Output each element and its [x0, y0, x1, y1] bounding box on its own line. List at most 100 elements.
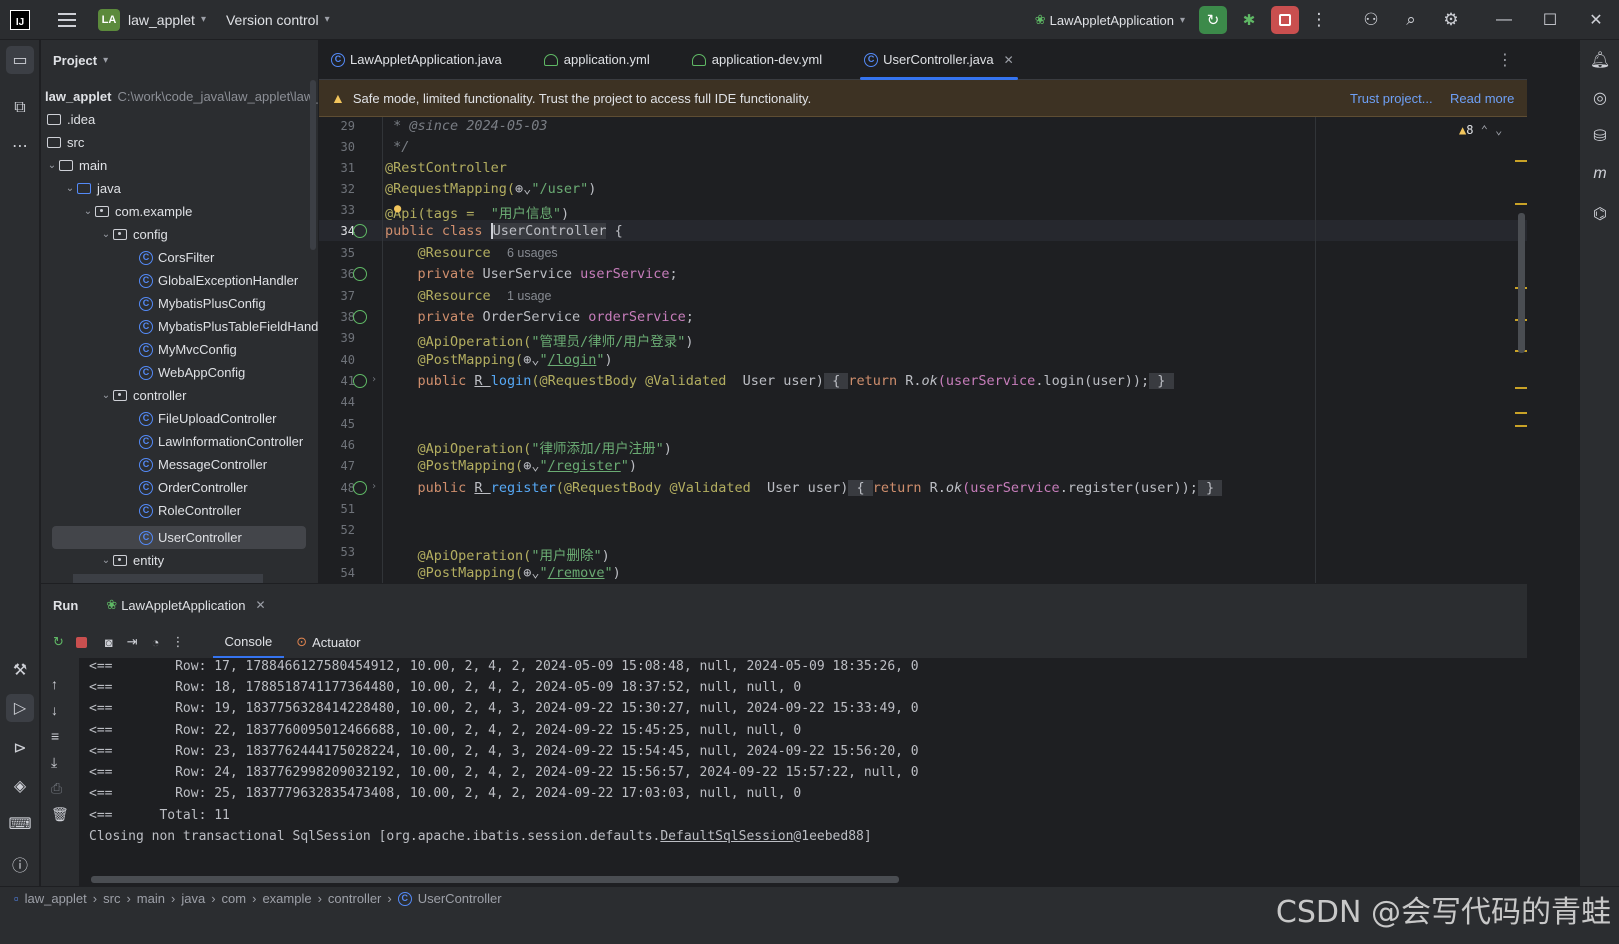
soft-wrap-icon[interactable]: ≡ [51, 728, 59, 744]
chevron-down-icon[interactable]: ⌄ [45, 160, 59, 171]
tree-item-src[interactable]: src [47, 131, 84, 154]
url-path[interactable]: /login [548, 352, 597, 368]
class-link[interactable]: DefaultSqlSession [660, 829, 793, 844]
debug-button[interactable]: ✱ [1235, 6, 1263, 34]
breadcrumb-item[interactable]: controller [328, 891, 381, 906]
vcs-selector[interactable]: Version control [226, 12, 319, 28]
tab-options-icon[interactable]: ⋮ [1497, 50, 1513, 70]
usages-hint[interactable]: 6 usages [507, 246, 558, 260]
camera-icon[interactable]: ◙ [105, 635, 113, 650]
chevron-up-icon[interactable]: ⌃ [1481, 123, 1488, 137]
python-console-icon[interactable]: ⌬ [1586, 200, 1614, 228]
gauge-icon[interactable]: ◔ [152, 635, 160, 650]
warning-marker[interactable] [1515, 387, 1527, 389]
problems-icon[interactable]: ⓘ [6, 850, 34, 878]
usages-hint[interactable]: 1 usage [507, 289, 551, 303]
code-editor[interactable]: 29 30 31 32 33 34 35 36 37 38 39 40 41 4… [319, 117, 1527, 583]
build-hammer-icon[interactable]: ⚒ [6, 656, 34, 684]
tree-item-lawinformationcontroller[interactable]: C LawInformationController [139, 430, 303, 453]
more-actions-icon[interactable]: ⋮ [1307, 10, 1331, 30]
close-window-button[interactable]: ✕ [1573, 10, 1619, 30]
horizontal-scrollbar[interactable] [91, 876, 899, 883]
project-selector[interactable]: law_applet [128, 12, 195, 28]
trust-project-link[interactable]: Trust project... [1350, 91, 1433, 106]
tree-item-idea[interactable]: .idea [47, 108, 95, 131]
structure-icon[interactable]: ⧉ [6, 94, 34, 122]
tab-usercontroller[interactable]: C UserController.java ✕ [852, 40, 1026, 80]
tree-item-controller[interactable]: ⌄ controller [99, 384, 187, 407]
close-tab-icon[interactable]: ✕ [256, 598, 266, 612]
url-path[interactable]: /register [548, 458, 621, 474]
warning-marker[interactable] [1515, 412, 1527, 414]
warning-marker[interactable] [1515, 425, 1527, 427]
trash-icon[interactable]: 🗑︎ [51, 806, 69, 823]
tree-item-mybatisplustablefieldhandler[interactable]: C MybatisPlusTableFieldHandle [139, 315, 318, 338]
tree-item-ordercontroller[interactable]: C OrderController [139, 476, 248, 499]
read-more-link[interactable]: Read more [1450, 91, 1514, 106]
tree-item-mybatisplusconfig[interactable]: C MybatisPlusConfig [139, 292, 266, 315]
horizontal-scrollbar[interactable] [73, 574, 263, 583]
spring-bean-icon[interactable] [353, 224, 367, 238]
tree-item-usercontroller[interactable]: C UserController [52, 526, 306, 549]
tree-item-config[interactable]: ⌄ config [99, 223, 168, 246]
globe-icon[interactable]: ⊕⌄ [523, 565, 539, 581]
tree-item-rolecontroller[interactable]: C RoleController [139, 499, 241, 522]
breadcrumb-item[interactable]: main [137, 891, 165, 906]
main-menu-icon[interactable] [58, 12, 76, 27]
chevron-down-icon[interactable]: ⌄ [99, 390, 113, 401]
print-icon[interactable]: ⎙ [51, 780, 62, 797]
services-icon[interactable]: ⊳ [6, 734, 34, 762]
maximize-button[interactable]: ☐ [1527, 10, 1573, 30]
chevron-down-icon[interactable]: ⌄ [99, 229, 113, 240]
url-path[interactable]: /remove [548, 565, 605, 581]
tab-lawappletapplication[interactable]: C LawAppletApplication.java [319, 40, 514, 80]
tree-item-webappconfig[interactable]: C WebAppConfig [139, 361, 245, 384]
chevron-down-icon[interactable]: ⌄ [1495, 123, 1502, 137]
chevron-down-icon[interactable]: ⌄ [99, 555, 113, 566]
editor-scrollbar[interactable] [1518, 213, 1525, 353]
more-actions-icon[interactable]: ⋮ [172, 634, 185, 650]
tab-console[interactable]: Console [212, 627, 285, 658]
fold-chevron-icon[interactable]: › [371, 374, 377, 385]
layers-icon[interactable]: ◈ [6, 772, 34, 800]
chevron-down-icon[interactable]: ⌄ [81, 206, 95, 217]
more-tools-icon[interactable]: ⋯ [6, 132, 34, 160]
breadcrumb-item[interactable]: law_applet [25, 891, 87, 906]
run-config-tab[interactable]: LawAppletApplication [121, 598, 245, 613]
chevron-down-icon[interactable]: ⌄ [63, 183, 77, 194]
fold-chevron-icon[interactable]: › [371, 481, 377, 492]
settings-gear-icon[interactable]: ⚙ [1431, 10, 1471, 30]
stop-button[interactable] [1271, 6, 1299, 34]
app-logo-icon[interactable]: IJ [10, 9, 30, 30]
scroll-to-end-icon[interactable]: ⤓ [51, 754, 57, 771]
database-icon[interactable]: ⛁ [1586, 122, 1614, 150]
vertical-scrollbar[interactable] [310, 80, 316, 250]
tab-actuator[interactable]: Actuator [312, 635, 360, 650]
globe-icon[interactable]: ⊕⌄ [523, 458, 539, 474]
tree-item-com-example[interactable]: ⌄ com.example [81, 200, 193, 223]
notifications-bell-icon[interactable]: 🔔︎ [1586, 46, 1614, 74]
minimize-button[interactable]: — [1481, 11, 1527, 29]
project-folder-icon[interactable]: ▭ [6, 46, 34, 74]
terminal-icon[interactable]: ⌨ [6, 810, 34, 838]
tree-item-corsfilter[interactable]: C CorsFilter [139, 246, 214, 269]
tree-item-globalexceptionhandler[interactable]: C GlobalExceptionHandler [139, 269, 298, 292]
exit-icon[interactable]: ⇥ [127, 634, 138, 650]
tab-application-yml[interactable]: application.yml [532, 40, 662, 80]
rerun-button[interactable]: ↻ [1199, 6, 1227, 34]
run-config-selector[interactable]: ❀ LawAppletApplication ▾ [1035, 12, 1185, 28]
endpoint-icon[interactable] [353, 374, 367, 388]
tree-item-mymvcconfig[interactable]: C MyMvcConfig [139, 338, 237, 361]
project-badge[interactable]: LA [98, 8, 120, 31]
close-tab-icon[interactable]: ✕ [1004, 53, 1014, 67]
breadcrumb-item[interactable]: java [181, 891, 205, 906]
spring-bean-icon[interactable] [353, 310, 367, 324]
ai-assistant-icon[interactable]: ◎ [1586, 84, 1614, 112]
run-tool-icon[interactable]: ▷ [6, 694, 34, 722]
console-output[interactable]: <== Row: 17, 1788466127580454912, 10.00,… [79, 658, 1527, 887]
breadcrumb-item[interactable]: example [262, 891, 311, 906]
tree-item-entity[interactable]: ⌄ entity [99, 549, 164, 572]
project-panel-header[interactable]: Project ▾ [41, 40, 318, 80]
tab-application-dev-yml[interactable]: application-dev.yml [680, 40, 834, 80]
endpoint-icon[interactable] [353, 481, 367, 495]
